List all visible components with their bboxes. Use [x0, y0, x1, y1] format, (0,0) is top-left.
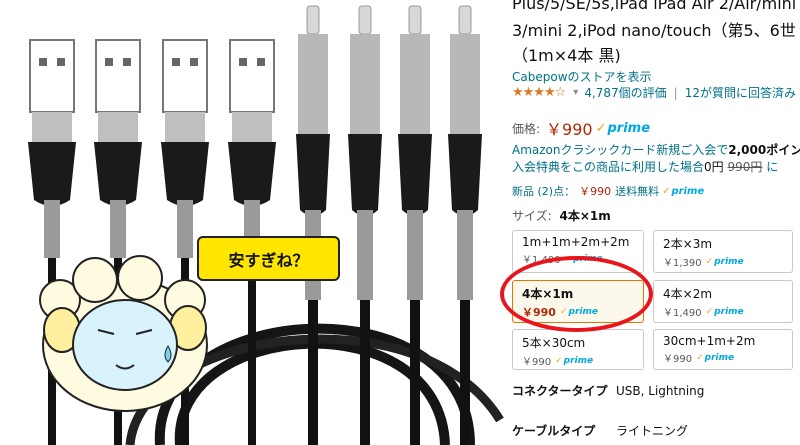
- speech-bubble: 安すぎね？: [197, 236, 340, 281]
- product-title-line[interactable]: （1m×4本 黒): [512, 42, 621, 66]
- spec-key: ケーブルタイプ: [512, 424, 596, 438]
- card-offer-line[interactable]: 入会特典をこの商品に利用した場合0円 990円 に: [512, 158, 778, 175]
- separator: |: [673, 85, 678, 100]
- size-label: サイズ:: [512, 209, 552, 223]
- store-link[interactable]: Cabepowのストアを表示: [512, 68, 652, 85]
- size-option-2x3m[interactable]: 2本×3m ￥1,390 ✓ prime: [653, 230, 793, 273]
- size-option-5x30cm[interactable]: 5本×30cm ￥990 ✓ prime: [512, 329, 644, 370]
- prime-badge: ✓ prime: [595, 120, 651, 136]
- size-option-4x2m[interactable]: 4本×2m ￥1,490 ✓ prime: [653, 280, 793, 323]
- chevron-down-icon[interactable]: ▾: [573, 87, 578, 98]
- size-row: サイズ: 4本×1m: [512, 207, 611, 224]
- screenshot-canvas: 安すぎね？ Plus/5/SE/5s,iPad iPad Air 2/Air/m…: [0, 0, 800, 445]
- highlight-circle: [500, 256, 653, 332]
- spec-key: コネクタータイプ: [512, 384, 608, 398]
- product-title-line[interactable]: Plus/5/SE/5s,iPad iPad Air 2/Air/mini: [512, 0, 796, 13]
- price-label: 価格:: [512, 121, 541, 136]
- spec-value: USB, Lightning: [616, 384, 705, 398]
- new-offers-price: ￥990: [579, 185, 612, 198]
- sheep-mascot-icon: [39, 255, 208, 412]
- rating-row: ★★★★☆ ▾ 4,787個の評価 | 12が質問に回答済み: [512, 84, 796, 101]
- product-details-panel: Plus/5/SE/5s,iPad iPad Air 2/Air/mini 3/…: [505, 0, 800, 445]
- new-offers-row: 新品 (2)点： ￥990 送料無料 ✓ prime: [512, 183, 704, 199]
- product-image[interactable]: 安すぎね？: [0, 0, 505, 445]
- card-offer-line[interactable]: Amazonクラシックカード新規ご入会で2,000ポイント: [512, 141, 800, 158]
- free-shipping-text: 送料無料: [615, 185, 660, 198]
- spec-row-connector: コネクタータイプ USB, Lightning: [512, 382, 704, 399]
- cable-illustration: [28, 5, 504, 445]
- questions-link[interactable]: 12が質問に回答済み: [685, 84, 796, 101]
- spec-value: ライトニング: [616, 424, 689, 438]
- ratings-count-link[interactable]: 4,787個の評価: [584, 84, 666, 101]
- product-title-line[interactable]: 3/mini 2,iPod nano/touch（第5、6世: [512, 17, 796, 41]
- price-row: 価格: ￥990 ✓ prime: [512, 116, 650, 140]
- check-icon: ✓: [662, 185, 671, 197]
- spec-row-cable-type: ケーブルタイプ ライトニング: [512, 422, 688, 439]
- rating-stars-icon[interactable]: ★★★★☆: [512, 85, 566, 100]
- new-offers-link[interactable]: 新品 (2)点：: [512, 183, 575, 199]
- price-value: ￥990: [546, 120, 593, 139]
- check-icon: ✓: [595, 120, 607, 136]
- size-selected-value: 4本×1m: [559, 209, 611, 223]
- size-option-30cm-1m-2m[interactable]: 30cm+1m+2m ￥990 ✓ prime: [653, 329, 793, 370]
- prime-badge: ✓ prime: [662, 185, 705, 197]
